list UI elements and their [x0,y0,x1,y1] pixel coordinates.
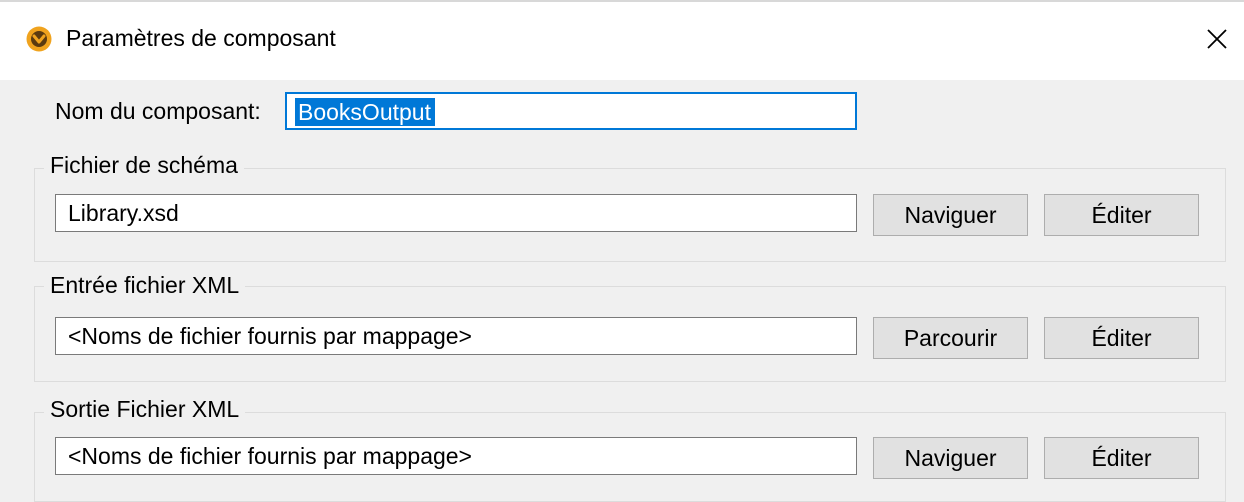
title-bar: Paramètres de composant [0,0,1244,80]
xml-output-edit-button[interactable]: Éditer [1044,437,1199,479]
altova-mapforce-icon [26,26,52,52]
xml-input-group-title: Entrée fichier XML [44,272,246,299]
component-name-label: Nom du composant: [55,98,261,124]
xml-output-path-input[interactable]: <Noms de fichier fournis par mappage> [55,437,857,475]
xml-output-browse-button[interactable]: Naviguer [873,437,1028,479]
component-name-value: BooksOutput [295,98,435,126]
schema-file-group-title: Fichier de schéma [44,152,244,179]
window-top-edge [0,0,1244,2]
window-title: Paramètres de composant [66,25,336,51]
xml-output-group-title: Sortie Fichier XML [44,396,246,423]
xml-input-path-input[interactable]: <Noms de fichier fournis par mappage> [55,317,857,355]
schema-browse-button[interactable]: Naviguer [873,194,1028,236]
component-name-input[interactable]: BooksOutput [285,92,857,130]
close-button[interactable] [1190,14,1244,64]
xml-input-edit-button[interactable]: Éditer [1044,317,1199,359]
xml-input-browse-button[interactable]: Parcourir [873,317,1028,359]
schema-edit-button[interactable]: Éditer [1044,194,1199,236]
schema-file-path-input[interactable]: Library.xsd [55,194,857,232]
close-icon [1207,29,1227,49]
